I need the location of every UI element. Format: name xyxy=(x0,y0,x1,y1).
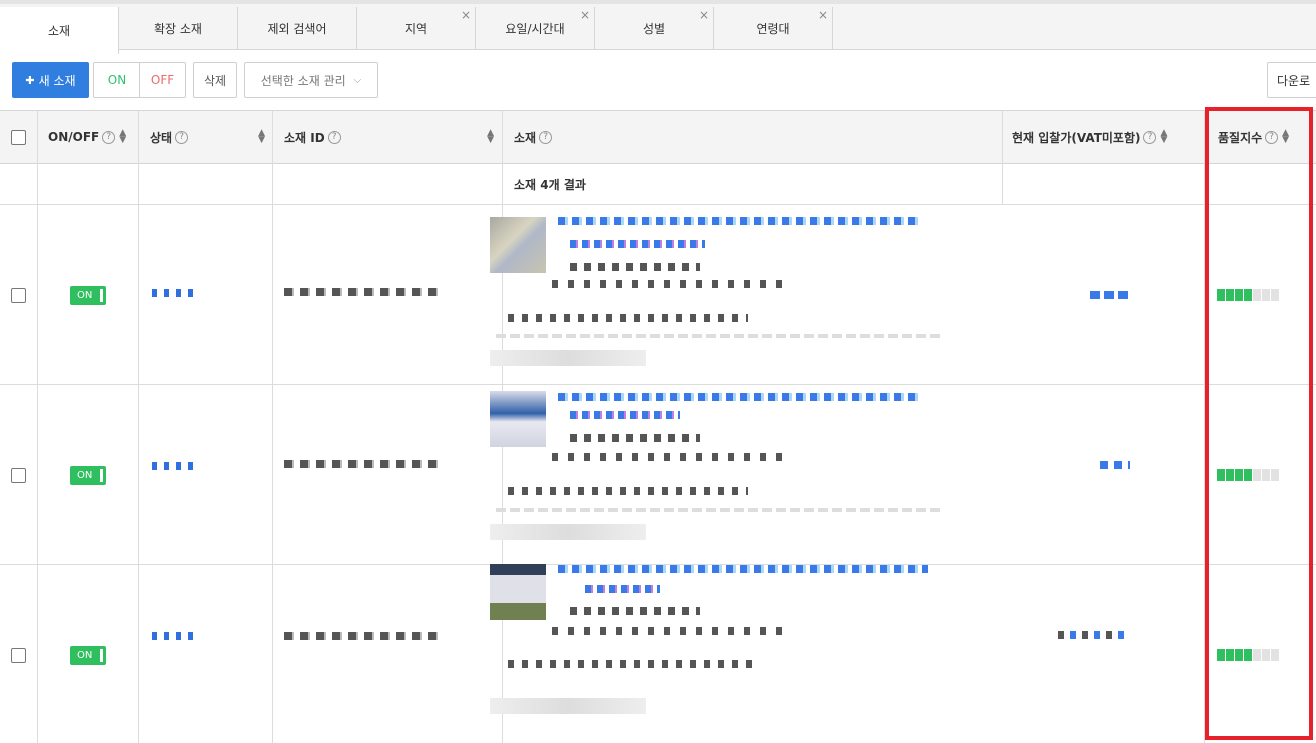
creative-text xyxy=(508,314,748,322)
tab-label: 요일/시간대 xyxy=(505,22,565,36)
creative-text xyxy=(570,434,700,442)
creative-table: ON/OFF? ▲ ▼ 상태? ▲ ▼ 소재 ID? ▲ ▼ 소재? 현재 입찰가(VAT미… xyxy=(0,110,1316,743)
manage-selected-dropdown[interactable]: 선택한 소재 관리 ⌵ xyxy=(244,62,378,98)
plus-icon: ✚ xyxy=(25,73,35,87)
tab-gender[interactable]: 성별 × xyxy=(595,7,714,50)
creative-text xyxy=(552,453,788,461)
status-value xyxy=(152,632,197,640)
creative-extension xyxy=(490,524,646,540)
toggle-label: ON xyxy=(77,290,93,301)
creative-url xyxy=(585,585,660,593)
creative-text xyxy=(552,280,788,288)
row-checkbox[interactable] xyxy=(11,468,26,483)
tab-day-time[interactable]: 요일/시간대 × xyxy=(476,7,595,50)
header-label: 현재 입찰가(VAT미포함) xyxy=(1012,130,1141,145)
bid-value xyxy=(1058,631,1130,639)
off-button[interactable]: OFF xyxy=(139,62,186,98)
creative-text xyxy=(508,487,748,495)
toolbar: ✚ 새 소재 ON OFF 삭제 선택한 소재 관리 ⌵ 다운로 xyxy=(0,62,1316,98)
creative-title[interactable] xyxy=(558,217,922,225)
header-creative[interactable]: 소재? xyxy=(514,110,553,164)
tab-label: 성별 xyxy=(642,22,666,36)
new-creative-label: 새 소재 xyxy=(38,73,76,88)
toggle-label: ON xyxy=(77,470,93,481)
sort-icon[interactable]: ▲ ▼ xyxy=(258,129,265,145)
creative-id-value xyxy=(284,632,439,640)
header-bid[interactable]: 현재 입찰가(VAT미포함)? ▲ ▼ xyxy=(1012,110,1167,164)
onoff-toggle[interactable]: ON xyxy=(70,466,106,485)
creative-text xyxy=(570,263,700,271)
creative-id-value xyxy=(284,288,439,296)
onoff-toggle[interactable]: ON xyxy=(70,286,106,305)
creative-text xyxy=(508,660,760,668)
sort-icon[interactable]: ▲ ▼ xyxy=(119,129,126,145)
quality-column-highlight xyxy=(1205,107,1313,740)
help-icon[interactable]: ? xyxy=(102,130,116,144)
tab-label: 확장 소재 xyxy=(154,22,202,36)
sort-icon[interactable]: ▲ ▼ xyxy=(1160,129,1167,145)
on-button[interactable]: ON xyxy=(93,62,140,98)
row-checkbox[interactable] xyxy=(11,648,26,663)
header-onoff[interactable]: ON/OFF? ▲ ▼ xyxy=(48,110,126,164)
onoff-toggle[interactable]: ON xyxy=(70,646,106,665)
delete-button[interactable]: 삭제 xyxy=(193,62,237,98)
creative-text xyxy=(570,607,700,615)
header-label: 상태 xyxy=(150,130,173,145)
close-icon[interactable]: × xyxy=(461,9,471,21)
creative-text xyxy=(552,627,788,635)
summary-text: 소재 4개 결과 xyxy=(514,178,586,192)
close-icon[interactable]: × xyxy=(580,9,590,21)
status-value xyxy=(152,462,197,470)
tab-bar: 소재 확장 소재 제외 검색어 지역 × 요일/시간대 × 성별 × 연령대 × xyxy=(0,0,1316,54)
sort-icon[interactable]: ▲ ▼ xyxy=(487,129,494,145)
toggle-label: ON xyxy=(77,650,93,661)
tab-label: 연령대 xyxy=(756,22,790,36)
tab-age[interactable]: 연령대 × xyxy=(714,7,833,50)
download-button[interactable]: 다운로 xyxy=(1267,62,1316,98)
on-label: ON xyxy=(107,73,127,87)
help-icon[interactable]: ? xyxy=(1143,130,1157,144)
tab-label: 소재 xyxy=(47,24,71,38)
tab-label: 제외 검색어 xyxy=(267,22,327,36)
tab-extension[interactable]: 확장 소재 xyxy=(119,7,238,50)
select-all-checkbox[interactable] xyxy=(11,130,26,145)
close-icon[interactable]: × xyxy=(818,9,828,21)
chevron-down-icon: ⌵ xyxy=(353,74,362,86)
creative-thumbnail xyxy=(490,391,546,447)
help-icon[interactable]: ? xyxy=(327,130,341,144)
creative-url xyxy=(570,411,680,419)
bid-value xyxy=(1090,291,1130,299)
header-label: 소재 ID xyxy=(284,130,325,145)
header-label: 소재 xyxy=(514,130,537,145)
creative-thumbnail xyxy=(490,217,546,273)
creative-extension xyxy=(490,698,646,714)
off-label: OFF xyxy=(150,73,175,87)
download-label: 다운로 xyxy=(1277,73,1311,88)
help-icon[interactable]: ? xyxy=(175,130,189,144)
bid-value xyxy=(1100,461,1130,469)
tab-creative[interactable]: 소재 xyxy=(0,7,119,54)
creative-divider xyxy=(496,334,940,338)
creative-id-value xyxy=(284,460,439,468)
creative-title[interactable] xyxy=(558,393,922,401)
delete-label: 삭제 xyxy=(203,73,227,88)
creative-extension xyxy=(490,350,646,366)
tab-negative-keywords[interactable]: 제외 검색어 xyxy=(238,7,357,50)
creative-url xyxy=(570,240,705,248)
tab-region[interactable]: 지역 × xyxy=(357,7,476,50)
row-checkbox[interactable] xyxy=(11,288,26,303)
new-creative-button[interactable]: ✚ 새 소재 xyxy=(12,62,89,98)
close-icon[interactable]: × xyxy=(699,9,709,21)
help-icon[interactable]: ? xyxy=(539,130,553,144)
creative-thumbnail xyxy=(490,564,546,620)
creative-divider xyxy=(496,508,940,512)
creative-title[interactable] xyxy=(558,565,928,573)
manage-label: 선택한 소재 관리 xyxy=(260,73,346,88)
header-creative-id[interactable]: 소재 ID? ▲ ▼ xyxy=(284,110,494,164)
header-status[interactable]: 상태? ▲ ▼ xyxy=(150,110,265,164)
header-label: ON/OFF xyxy=(48,130,100,144)
status-value xyxy=(152,289,197,297)
tab-label: 지역 xyxy=(404,22,428,36)
